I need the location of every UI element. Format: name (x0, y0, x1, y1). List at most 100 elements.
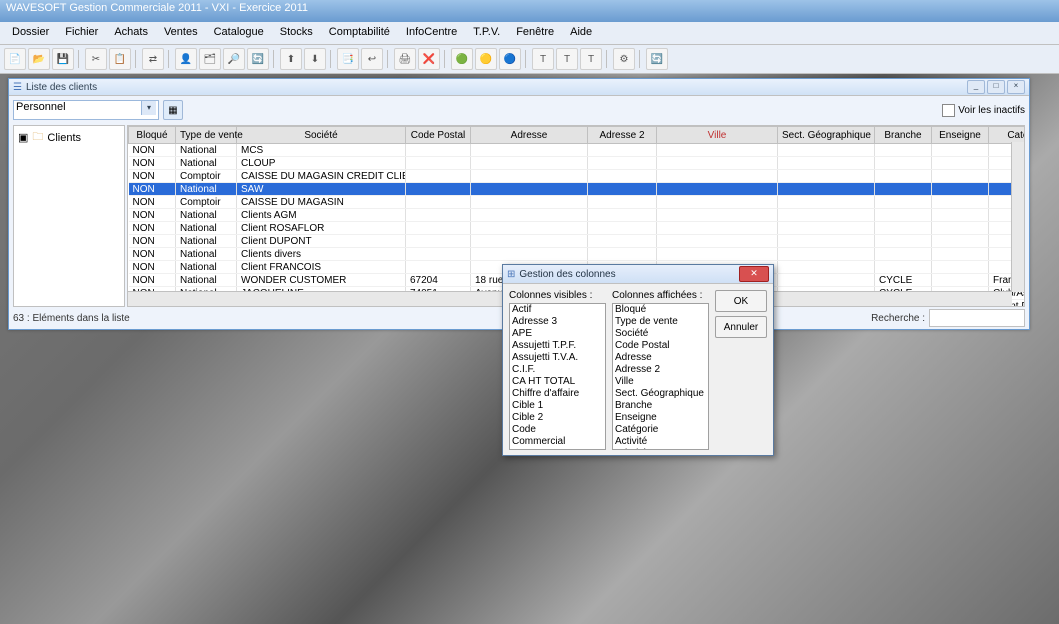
table-row[interactable]: NONNationalMCS (129, 144, 1026, 157)
list-item[interactable]: Branche (613, 400, 708, 412)
dialog-close-button[interactable]: ✕ (739, 266, 769, 282)
menu-tpv[interactable]: T.P.V. (465, 24, 508, 40)
menu-infocentre[interactable]: InfoCentre (398, 24, 465, 40)
close-button[interactable]: × (1007, 80, 1025, 94)
column-header[interactable]: Adresse (471, 127, 588, 144)
list-item[interactable]: Adresse (613, 352, 708, 364)
list-item[interactable]: Assujetti T.P.F. (510, 340, 605, 352)
toolbar-button[interactable]: T (556, 48, 578, 70)
list-item[interactable]: Assujetti T.V.A. (510, 352, 605, 364)
column-header[interactable]: Enseigne (932, 127, 989, 144)
visible-columns-listbox[interactable]: ActifAdresse 3APEAssujetti T.P.F.Assujet… (509, 303, 606, 450)
list-item[interactable]: CA HT TOTAL (510, 376, 605, 388)
column-header[interactable]: Code Postal (406, 127, 471, 144)
list-item[interactable]: C.I.F. (510, 364, 605, 376)
toolbar-button[interactable]: 🔄 (247, 48, 269, 70)
table-row[interactable]: NONNationalClient DUPONT (129, 235, 1026, 248)
toolbar-button[interactable]: 💾 (52, 48, 74, 70)
list-item[interactable]: Catégorie (613, 424, 708, 436)
toolbar-button[interactable]: 📋 (109, 48, 131, 70)
column-header[interactable]: Bloqué (129, 127, 176, 144)
search-input[interactable] (929, 309, 1025, 327)
ok-button[interactable]: OK (715, 290, 767, 312)
cancel-button[interactable]: Annuler (715, 316, 767, 338)
menu-catalogue[interactable]: Catalogue (206, 24, 272, 40)
menu-stocks[interactable]: Stocks (272, 24, 321, 40)
toolbar-button[interactable]: T (532, 48, 554, 70)
list-item[interactable]: Chiffre d'affaire (510, 388, 605, 400)
column-header[interactable]: Branche (875, 127, 932, 144)
toolbar-button[interactable]: 🔎 (223, 48, 245, 70)
menu-dossier[interactable]: Dossier (4, 24, 57, 40)
toolbar-button[interactable]: ❌ (418, 48, 440, 70)
toolbar-button[interactable]: ⬇ (304, 48, 326, 70)
list-item[interactable]: Compte (510, 448, 605, 450)
column-header[interactable]: Type de vente (176, 127, 237, 144)
column-header[interactable]: Société (237, 127, 406, 144)
filter-apply-button[interactable]: ▦ (163, 100, 183, 120)
toolbar-button[interactable]: 🖨 (394, 48, 416, 70)
toolbar-button[interactable]: 🔄 (646, 48, 668, 70)
toolbar-button[interactable]: ⚙ (613, 48, 635, 70)
list-item[interactable]: Commercial (510, 436, 605, 448)
table-cell: Clients divers (237, 248, 406, 261)
filter-combo[interactable]: Personnel ▾ (13, 100, 159, 120)
list-item[interactable]: Adresse 2 (613, 364, 708, 376)
menu-fichier[interactable]: Fichier (57, 24, 106, 40)
maximize-button[interactable]: □ (987, 80, 1005, 94)
list-item[interactable]: Code (510, 424, 605, 436)
toolbar-button[interactable]: 🗂 (199, 48, 221, 70)
list-item[interactable]: Sect. Géographique (613, 388, 708, 400)
list-item[interactable]: Type de vente (613, 316, 708, 328)
list-item[interactable]: Enseigne (613, 412, 708, 424)
list-item[interactable]: Cible 1 (510, 400, 605, 412)
toolbar-button[interactable]: ⬆ (280, 48, 302, 70)
column-header[interactable]: Ville (657, 127, 778, 144)
table-row[interactable]: NONComptoirCAISSE DU MAGASIN (129, 196, 1026, 209)
menu-fentre[interactable]: Fenêtre (508, 24, 562, 40)
vertical-scrollbar[interactable] (1011, 142, 1024, 292)
menu-comptabilit[interactable]: Comptabilité (321, 24, 398, 40)
toolbar-button[interactable]: 📂 (28, 48, 50, 70)
menu-ventes[interactable]: Ventes (156, 24, 206, 40)
table-row[interactable]: NONNationalSAW (129, 183, 1026, 196)
toolbar-button[interactable]: T (580, 48, 602, 70)
column-header[interactable]: Sect. Géographique (778, 127, 875, 144)
toolbar-button[interactable]: 🟡 (475, 48, 497, 70)
list-item[interactable]: APE (510, 328, 605, 340)
table-row[interactable]: NONNationalClient ROSAFLOR (129, 222, 1026, 235)
toolbar-button[interactable]: 📄 (4, 48, 26, 70)
minimize-button[interactable]: _ (967, 80, 985, 94)
table-row[interactable]: NONNationalClients divers (129, 248, 1026, 261)
toolbar-button[interactable]: 👤 (175, 48, 197, 70)
list-item[interactable]: Actif (510, 304, 605, 316)
toolbar-button[interactable]: 📑 (337, 48, 359, 70)
list-item[interactable]: Ville (613, 376, 708, 388)
list-item[interactable]: Code Postal (613, 340, 708, 352)
toolbar-button[interactable]: ↩ (361, 48, 383, 70)
table-cell: NON (129, 170, 176, 183)
toolbar-separator (273, 50, 276, 68)
list-item[interactable]: Société (613, 328, 708, 340)
table-row[interactable]: NONNationalClients AGM (129, 209, 1026, 222)
table-row[interactable]: NONComptoirCAISSE DU MAGASIN CREDIT CLIE… (129, 170, 1026, 183)
table-cell: SAW (237, 183, 406, 196)
list-item[interactable]: Bloqué (613, 304, 708, 316)
list-item[interactable]: Priorité (613, 448, 708, 450)
menu-aide[interactable]: Aide (562, 24, 600, 40)
toolbar-button[interactable]: 🔵 (499, 48, 521, 70)
tree-root-item[interactable]: ▣ 🗀 Clients (14, 126, 124, 149)
table-cell (932, 274, 989, 287)
list-item[interactable]: Cible 2 (510, 412, 605, 424)
column-header[interactable]: Adresse 2 (588, 127, 657, 144)
voir-inactifs-checkbox[interactable] (942, 104, 955, 117)
list-item[interactable]: Activité (613, 436, 708, 448)
column-header[interactable]: Catégorie (989, 127, 1026, 144)
table-row[interactable]: NONNationalCLOUP (129, 157, 1026, 170)
toolbar-button[interactable]: ⇄ (142, 48, 164, 70)
toolbar-button[interactable]: 🟢 (451, 48, 473, 70)
displayed-columns-listbox[interactable]: BloquéType de venteSociétéCode PostalAdr… (612, 303, 709, 450)
toolbar-button[interactable]: ✂ (85, 48, 107, 70)
list-item[interactable]: Adresse 3 (510, 316, 605, 328)
menu-achats[interactable]: Achats (106, 24, 156, 40)
